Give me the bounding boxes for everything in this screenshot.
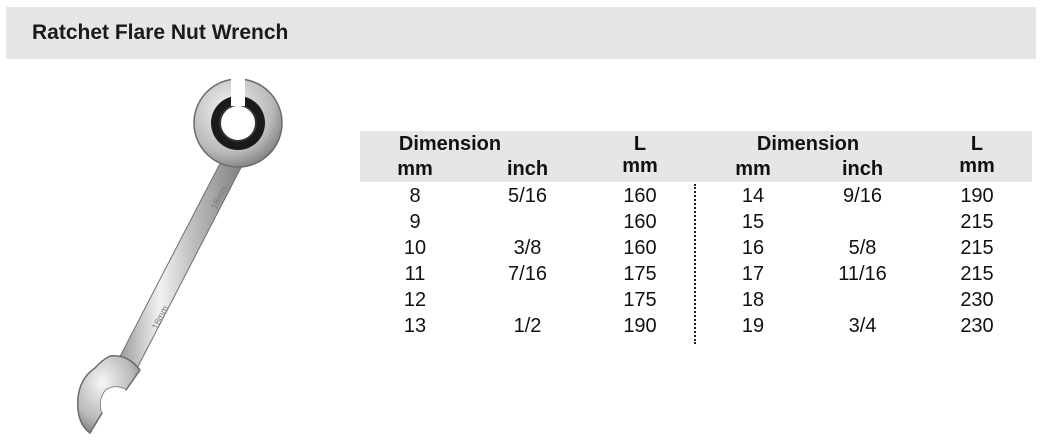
cell-inch: 9/16 [843,185,882,207]
header-mm-right: mm [735,158,771,180]
cell-length: 190 [960,185,994,207]
cell-length: 215 [960,237,994,259]
cell-length: 190 [623,315,657,337]
spec-table: Dimension mm inch L mm Dimension mm inch… [360,131,1032,344]
header-L-left: L [633,133,647,155]
cell-inch: 3/4 [848,315,877,337]
table-row: 12 175 18 230 [360,287,1032,313]
cell-mm: 9 [409,211,421,233]
cell-inch: 1/2 [513,315,542,337]
column-divider [694,184,696,344]
cell-mm: 17 [741,263,765,285]
page-title: Ratchet Flare Nut Wrench [32,21,289,44]
table-header: Dimension mm inch L mm Dimension mm inch… [360,131,1032,182]
table-row: 11 7/16 175 17 11/16 215 [360,261,1032,287]
header-mm-left: mm [397,158,433,180]
cell-mm: 16 [741,237,765,259]
cell-mm: 11 [404,263,426,285]
header-L-unit-right: mm [959,155,995,177]
header-inch-left: inch [506,158,549,180]
header-L-right: L [970,133,984,155]
cell-inch: 7/16 [508,263,547,285]
header-inch-right: inch [841,158,884,180]
cell-mm: 19 [741,315,765,337]
cell-length: 215 [960,211,994,233]
cell-mm: 13 [403,315,427,337]
cell-inch: 3/8 [513,237,542,259]
title-bar: Ratchet Flare Nut Wrench [6,7,1036,59]
cell-length: 160 [623,211,657,233]
cell-length: 215 [960,263,994,285]
wrench-image: 18mm 18mm [77,78,283,435]
cell-length: 230 [960,315,994,337]
table-row: 9 160 15 215 [360,209,1032,235]
cell-length: 175 [623,263,657,285]
cell-mm: 10 [403,237,427,259]
table-body: 8 5/16 160 14 9/16 190 9 160 15 215 10 3… [360,182,1032,342]
table-row: 10 3/8 160 16 5/8 215 [360,235,1032,261]
cell-length: 175 [623,289,657,311]
cell-inch: 11/16 [838,263,887,285]
cell-mm: 14 [741,185,765,207]
cell-mm: 15 [741,211,765,233]
cell-mm: 18 [741,289,765,311]
cell-length: 230 [960,289,994,311]
cell-length: 160 [623,237,657,259]
header-L-unit-left: mm [622,155,658,177]
header-dimension-right: Dimension [756,133,860,155]
cell-length: 160 [623,185,657,207]
header-dimension-left: Dimension [398,133,502,155]
cell-mm: 8 [409,185,421,207]
cell-mm: 12 [403,289,427,311]
table-row: 8 5/16 160 14 9/16 190 [360,183,1032,209]
cell-inch: 5/8 [848,237,877,259]
cell-inch: 5/16 [508,185,547,207]
table-row: 13 1/2 190 19 3/4 230 [360,313,1032,339]
